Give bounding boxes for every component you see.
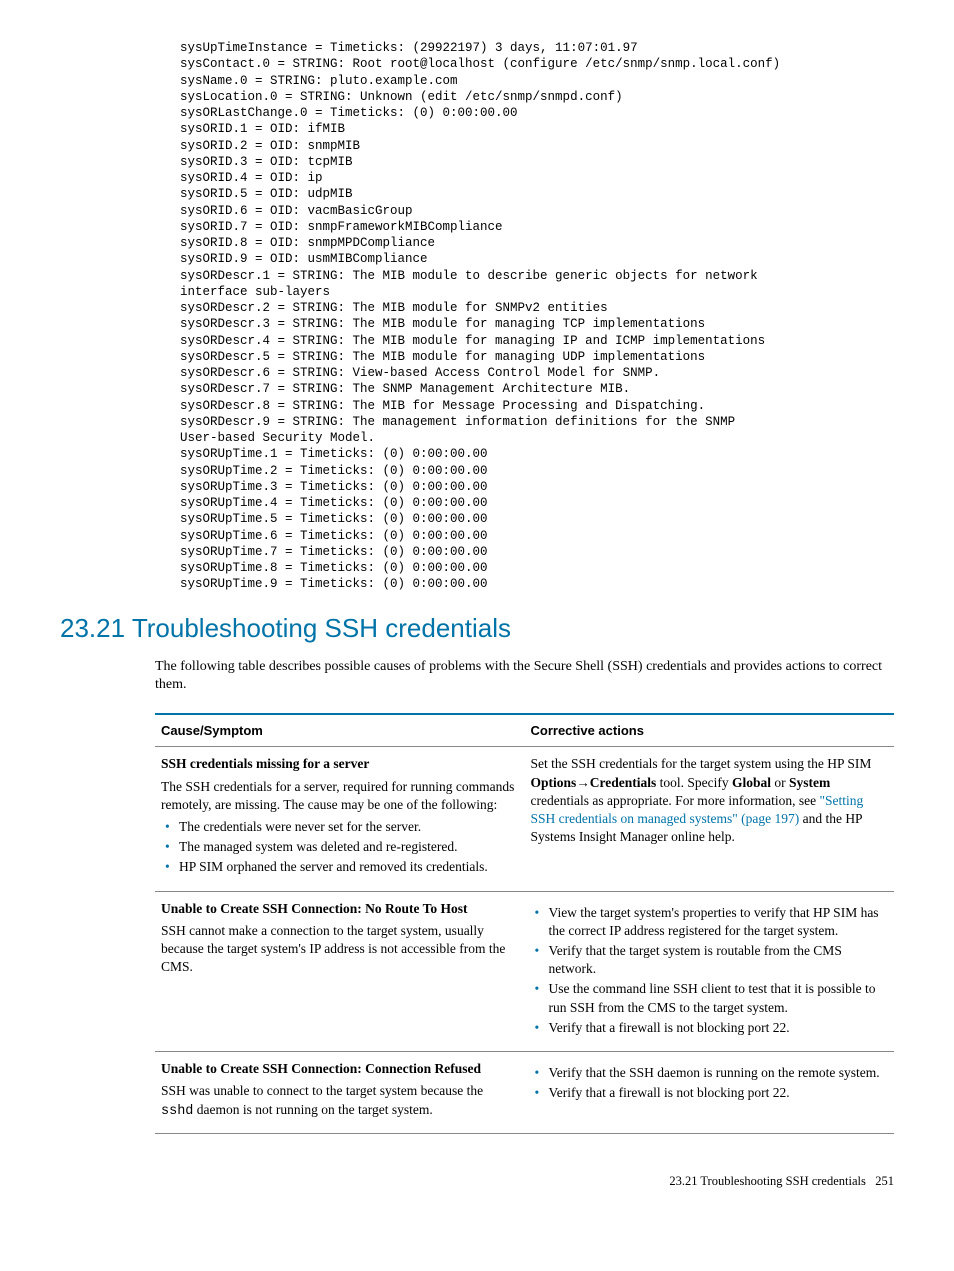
bold-text: Credentials <box>590 775 657 790</box>
action-text: credentials as appropriate. For more inf… <box>531 793 820 808</box>
cause-title: SSH credentials missing for a server <box>161 755 519 773</box>
list-item: Use the command line SSH client to test … <box>549 980 889 1016</box>
list-item: Verify that the target system is routabl… <box>549 942 889 978</box>
cause-cell: SSH credentials missing for a server The… <box>155 747 525 891</box>
action-text: or <box>771 775 789 790</box>
th-cause: Cause/Symptom <box>155 714 525 747</box>
table-row: Unable to Create SSH Connection: No Rout… <box>155 891 894 1052</box>
section-title-text: Troubleshooting SSH credentials <box>132 613 511 643</box>
cause-body: SSH was unable to connect to the target … <box>161 1082 519 1120</box>
list-item: The credentials were never set for the s… <box>179 818 519 836</box>
footer-section: 23.21 Troubleshooting SSH credentials <box>669 1174 866 1188</box>
section-number: 23.21 <box>60 613 125 643</box>
list-item: Verify that the SSH daemon is running on… <box>549 1064 889 1082</box>
cause-body: The SSH credentials for a server, requir… <box>161 778 519 814</box>
th-action: Corrective actions <box>525 714 895 747</box>
cause-bullet-list: The credentials were never set for the s… <box>161 818 519 877</box>
list-item: Verify that a firewall is not blocking p… <box>549 1084 889 1102</box>
action-text: tool. Specify <box>656 775 732 790</box>
cause-title: Unable to Create SSH Connection: Connect… <box>161 1060 519 1078</box>
page-footer: 23.21 Troubleshooting SSH credentials 25… <box>60 1174 894 1189</box>
cause-text: daemon is not running on the target syst… <box>193 1102 432 1117</box>
section-heading: 23.21 Troubleshooting SSH credentials <box>60 613 894 644</box>
bold-text: Global <box>732 775 771 790</box>
action-text: Set the SSH credentials for the target s… <box>531 756 872 771</box>
table-row: SSH credentials missing for a server The… <box>155 747 894 891</box>
action-cell: Set the SSH credentials for the target s… <box>525 747 895 891</box>
section-intro: The following table describes possible c… <box>155 658 894 696</box>
table-row: Unable to Create SSH Connection: Connect… <box>155 1052 894 1134</box>
cause-title: Unable to Create SSH Connection: No Rout… <box>161 900 519 918</box>
action-bullet-list: View the target system's properties to v… <box>531 904 889 1038</box>
cause-body: SSH cannot make a connection to the targ… <box>161 922 519 977</box>
bold-text: Options <box>531 775 577 790</box>
action-bullet-list: Verify that the SSH daemon is running on… <box>531 1064 889 1102</box>
bold-text: System <box>789 775 830 790</box>
cause-cell: Unable to Create SSH Connection: Connect… <box>155 1052 525 1134</box>
arrow-icon: → <box>576 775 590 790</box>
page-number: 251 <box>875 1174 894 1188</box>
list-item: View the target system's properties to v… <box>549 904 889 940</box>
troubleshooting-table: Cause/Symptom Corrective actions SSH cre… <box>155 713 894 1134</box>
cause-cell: Unable to Create SSH Connection: No Rout… <box>155 891 525 1052</box>
action-cell: View the target system's properties to v… <box>525 891 895 1052</box>
list-item: Verify that a firewall is not blocking p… <box>549 1019 889 1037</box>
cause-text: SSH was unable to connect to the target … <box>161 1083 483 1098</box>
code-block: sysUpTimeInstance = Timeticks: (29922197… <box>180 40 894 593</box>
mono-text: sshd <box>161 1104 193 1119</box>
action-cell: Verify that the SSH daemon is running on… <box>525 1052 895 1134</box>
list-item: HP SIM orphaned the server and removed i… <box>179 858 519 876</box>
list-item: The managed system was deleted and re-re… <box>179 838 519 856</box>
